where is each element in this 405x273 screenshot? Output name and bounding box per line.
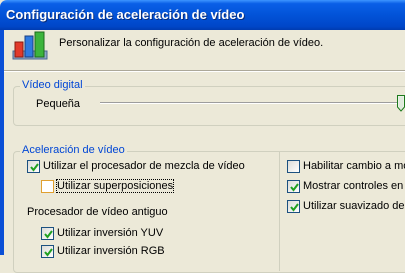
- mode-switch-checkbox[interactable]: [287, 160, 300, 173]
- video-settings-icon: [12, 31, 48, 65]
- show-controls-checkbox[interactable]: [287, 180, 300, 193]
- smoothing-label[interactable]: Utilizar suavizado de v: [303, 200, 405, 212]
- yuv-inversion-label[interactable]: Utilizar inversión YUV: [57, 227, 163, 239]
- rgb-inversion-label[interactable]: Utilizar inversión RGB: [57, 245, 165, 257]
- rgb-inversion-checkbox[interactable]: [41, 245, 54, 258]
- size-slider-track[interactable]: [100, 102, 405, 104]
- slider-min-label: Pequeña: [36, 98, 81, 110]
- video-acceleration-legend: Aceleración de vídeo: [20, 144, 127, 156]
- header-description: Personalizar la configuración de acelera…: [59, 37, 324, 49]
- header-separator: [4, 70, 405, 72]
- mixing-processor-checkbox[interactable]: [27, 160, 40, 173]
- acceleration-divider: [279, 151, 280, 271]
- window-title-bar[interactable]: Configuración de aceleración de vídeo: [0, 0, 405, 30]
- mixing-processor-label[interactable]: Utilizar el procesador de mezcla de víde…: [43, 160, 245, 172]
- smoothing-checkbox[interactable]: [287, 200, 300, 213]
- overlays-checkbox[interactable]: [41, 180, 54, 193]
- window-frame-left: [0, 30, 4, 255]
- show-controls-label[interactable]: Mostrar controles en p: [303, 180, 405, 192]
- digital-video-legend: Vídeo digital: [20, 79, 85, 91]
- yuv-inversion-checkbox[interactable]: [41, 227, 54, 240]
- legacy-processor-heading: Procesador de vídeo antiguo: [27, 206, 168, 218]
- overlays-label[interactable]: Utilizar superposiciones: [55, 179, 175, 193]
- size-slider-thumb[interactable]: [397, 95, 405, 112]
- mode-switch-label[interactable]: Habilitar cambio a mo: [303, 160, 405, 172]
- window-title: Configuración de aceleración de vídeo: [6, 7, 245, 22]
